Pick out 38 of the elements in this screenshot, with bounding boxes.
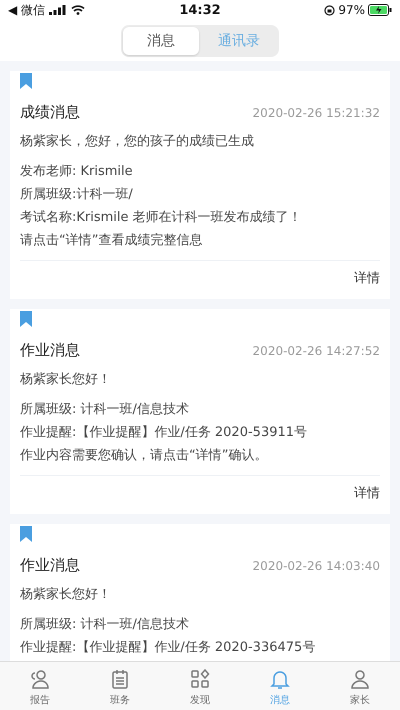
greeting-text: 杨紫家长您好！	[20, 586, 112, 603]
message-line: 所属班级: 计科一班/信息技术	[20, 616, 190, 634]
message-title: 成绩消息	[20, 103, 80, 122]
message-line: 所属班级:计科一班/	[20, 186, 134, 204]
bookmark-icon	[20, 526, 32, 542]
message-line: 考试名称:Krismile 老师在计科一班发布成绩了！	[20, 209, 303, 227]
message-title: 作业消息	[20, 341, 80, 360]
message-line: 作业提醒:【作业提醒】作业/任务 2020-336475号	[20, 639, 316, 657]
rotation-lock-icon	[324, 4, 336, 16]
message-line: 发布老师: Krismile	[20, 163, 134, 181]
tab-item[interactable]: 家长	[320, 662, 400, 710]
wifi-icon	[71, 5, 86, 15]
bookmark-icon	[20, 311, 32, 327]
details-link[interactable]: 详情	[354, 267, 380, 289]
bookmark-icon	[20, 73, 32, 89]
message-line: 作业提醒:【作业提醒】作业/任务 2020-53911号	[20, 424, 308, 442]
message-line: 作业内容需要您确认，请点击“详情”确认。	[20, 447, 268, 465]
people-icon	[29, 668, 51, 690]
greeting-text: 杨紫家长您好！	[20, 371, 112, 388]
tab-item[interactable]: 班务	[80, 662, 160, 710]
segment-tab[interactable]: 消息	[123, 27, 199, 55]
person-icon	[349, 668, 371, 690]
tab-item[interactable]: 发现	[160, 662, 240, 710]
message-line: 所属班级: 计科一班/信息技术	[20, 401, 190, 419]
message-time: 2020-02-26 14:03:40	[252, 558, 380, 572]
tab-item[interactable]: 报告	[0, 662, 80, 710]
back-label[interactable]: ◀ 微信	[8, 2, 46, 18]
battery-charging-icon	[368, 4, 392, 16]
message-line: 请点击“详情”查看成绩完整信息	[20, 232, 204, 250]
battery-percent: 97%	[338, 3, 366, 17]
clock-time: 14:32	[179, 2, 221, 18]
details-link[interactable]: 详情	[354, 482, 380, 504]
grid-icon	[189, 668, 211, 690]
message-time: 2020-02-26 14:27:52	[252, 344, 380, 358]
message-time: 2020-02-26 15:21:32	[252, 106, 380, 120]
message-title: 作业消息	[20, 556, 80, 575]
greeting-text: 杨紫家长，您好，您的孩子的成绩已生成	[20, 133, 255, 150]
signal-icon	[49, 5, 68, 15]
